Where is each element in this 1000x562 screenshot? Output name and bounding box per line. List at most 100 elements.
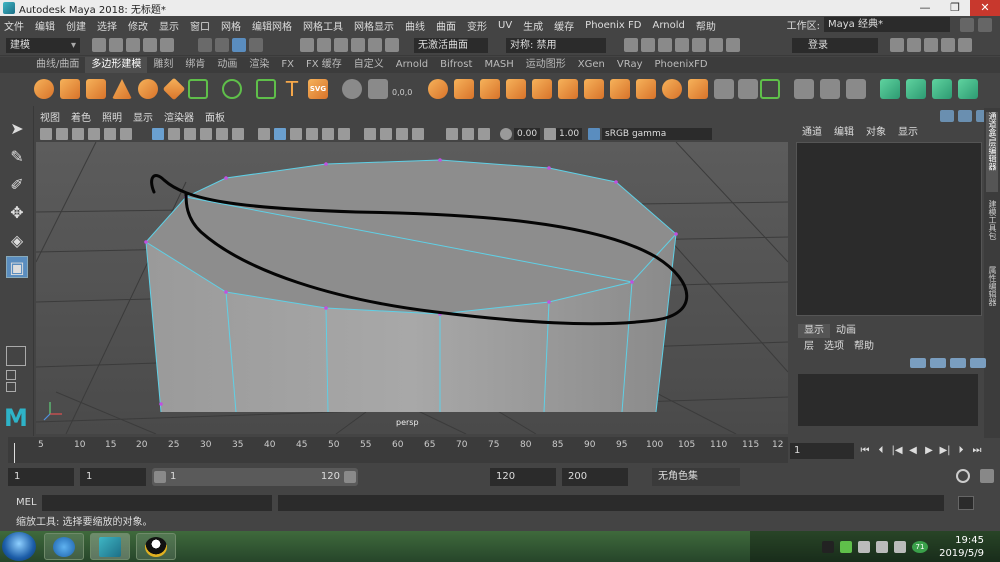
menu-phoenix-fd[interactable]: Phoenix FD [585, 20, 641, 31]
shelf-tab-curves[interactable]: 曲线/曲面 [30, 57, 85, 73]
taskbar-app-qq[interactable] [136, 533, 176, 560]
viewport-menu-renderer[interactable]: 渲染器 [164, 112, 194, 126]
playback-end-field[interactable]: 120 [490, 468, 556, 486]
platonic-solid-icon[interactable] [222, 79, 242, 99]
grid-toggle-icon[interactable] [152, 128, 164, 140]
arnold-render-icon[interactable] [726, 38, 740, 52]
view-transform-icon[interactable] [88, 128, 100, 140]
ipr-render-icon[interactable] [658, 38, 672, 52]
viewport-menu-view[interactable]: 视图 [40, 112, 60, 126]
playback-start-field[interactable]: 1 [80, 468, 146, 486]
shelf-tab-rendering[interactable]: 渲染 [243, 57, 275, 73]
gamma-icon[interactable] [544, 128, 556, 140]
mel-command-input[interactable] [42, 495, 272, 511]
extrude-icon[interactable] [558, 79, 578, 99]
maximize-button[interactable]: ❐ [940, 0, 970, 16]
close-button[interactable]: ✕ [970, 0, 1000, 16]
gate-mask-icon[interactable] [200, 128, 212, 140]
smooth-icon[interactable] [480, 79, 500, 99]
go-to-end-icon[interactable]: ⏭ [970, 443, 984, 459]
attribute-editor-icon[interactable] [924, 38, 938, 52]
input-method-icon[interactable] [858, 541, 870, 553]
channel-menu-object[interactable]: 对象 [866, 126, 886, 140]
bevel-icon[interactable] [610, 79, 630, 99]
login-button[interactable]: 登录 [792, 38, 878, 53]
render-settings-icon[interactable] [675, 38, 689, 52]
camera-attributes-icon[interactable] [40, 128, 52, 140]
sphere-uv-icon[interactable] [342, 79, 362, 99]
move-tool-icon[interactable]: ✥ [6, 202, 28, 224]
select-component-icon[interactable] [232, 38, 246, 52]
channel-menu-show[interactable]: 显示 [898, 126, 918, 140]
menu-help[interactable]: 帮助 [696, 18, 716, 33]
animation-prefs-icon[interactable] [980, 469, 994, 483]
measure-tool-icon[interactable] [368, 79, 388, 99]
menu-edit-mesh[interactable]: 编辑网格 [252, 18, 292, 33]
depth-of-field-icon[interactable] [412, 128, 424, 140]
smooth-shade-icon[interactable] [274, 128, 286, 140]
fill-hole-icon[interactable] [636, 79, 656, 99]
poly-disc-icon[interactable] [188, 79, 208, 99]
save-scene-icon[interactable] [126, 38, 140, 52]
shelf-tab-phoenixfd[interactable]: PhoenixFD [649, 57, 714, 73]
step-forward-frame-icon[interactable]: ▶| [938, 443, 952, 459]
poke-icon[interactable] [738, 79, 758, 99]
select-hierarchy-icon[interactable] [198, 38, 212, 52]
shelf-tab-bifrost[interactable]: Bifrost [434, 57, 478, 73]
menu-select[interactable]: 选择 [97, 18, 117, 33]
menu-create[interactable]: 创建 [66, 18, 86, 33]
uv-editor-icon[interactable] [880, 79, 900, 99]
four-view-layout-icon[interactable] [6, 370, 16, 380]
current-frame-field[interactable]: 1 [790, 443, 854, 459]
select-tool-icon[interactable]: ➤ [6, 118, 28, 140]
taskbar-app-maya[interactable] [90, 533, 130, 560]
shelf-tab-fx[interactable]: FX [275, 57, 300, 73]
menu-windows[interactable]: 窗口 [190, 18, 210, 33]
snap-grid-icon[interactable] [300, 38, 314, 52]
range-end-handle[interactable] [344, 471, 356, 483]
shelf-tab-fx-cache[interactable]: FX 缓存 [300, 57, 348, 73]
grease-pencil-icon[interactable] [104, 128, 116, 140]
motion-blur-icon[interactable] [380, 128, 392, 140]
cylindrical-mapping-icon[interactable] [958, 79, 978, 99]
screen-space-ao-icon[interactable] [364, 128, 376, 140]
target-weld-icon[interactable] [714, 79, 734, 99]
shelf-tab-custom[interactable]: 自定义 [348, 57, 390, 73]
anti-aliasing-icon[interactable] [396, 128, 408, 140]
xray-joints-icon[interactable] [478, 128, 490, 140]
taskbar-clock[interactable]: 19:45 2019/5/9 [939, 534, 984, 560]
workspace-settings-icon[interactable] [978, 18, 992, 32]
undo-icon[interactable] [143, 38, 157, 52]
new-scene-icon[interactable] [92, 38, 106, 52]
film-gate-icon[interactable] [168, 128, 180, 140]
step-back-key-icon[interactable]: ⏴ [874, 443, 888, 459]
xyz-readout-icon[interactable]: 0,0,0 [392, 79, 412, 99]
select-by-type-icon[interactable] [249, 38, 263, 52]
collapse-icon[interactable] [688, 79, 708, 99]
poly-sphere-icon[interactable] [34, 79, 54, 99]
use-all-lights-icon[interactable] [322, 128, 334, 140]
auto-key-icon[interactable] [956, 469, 970, 483]
menu-mesh-tools[interactable]: 网格工具 [303, 18, 343, 33]
side-by-side-layout-icon[interactable] [6, 382, 16, 392]
channel-menu-edit[interactable]: 编辑 [834, 126, 854, 140]
workspace-dropdown[interactable]: Maya 经典* [824, 17, 950, 32]
current-time-marker[interactable] [14, 443, 15, 463]
qq-tray-icon[interactable] [822, 541, 834, 553]
shelf-tab-animation[interactable]: 动画 [211, 57, 243, 73]
side-tab-attribute-editor[interactable]: 属性编辑器 [986, 266, 998, 326]
paint-select-tool-icon[interactable]: ✐ [6, 174, 28, 196]
poly-cone-icon[interactable] [112, 79, 132, 99]
snap-view-plane-icon[interactable] [351, 38, 365, 52]
field-chart-icon[interactable] [216, 128, 228, 140]
snap-curve-icon[interactable] [317, 38, 331, 52]
menu-modify[interactable]: 修改 [128, 18, 148, 33]
exposure-icon[interactable] [500, 128, 512, 140]
side-tab-channel-box[interactable]: 通道盒/层编辑器 [986, 112, 998, 192]
wireframe-icon[interactable] [258, 128, 270, 140]
pause-icon[interactable] [709, 38, 723, 52]
shadows-icon[interactable] [338, 128, 350, 140]
multicut-icon[interactable] [794, 79, 814, 99]
network-icon[interactable] [876, 541, 888, 553]
channel-menu-channels[interactable]: 通道 [802, 126, 822, 140]
